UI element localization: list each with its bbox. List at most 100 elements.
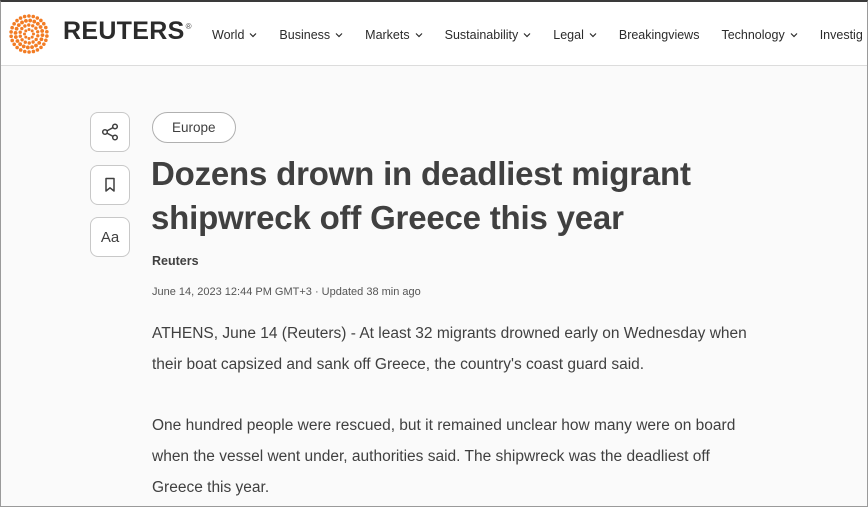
logo-dot	[22, 49, 27, 54]
page: REUTERS® World Business Markets Sustaina…	[0, 0, 868, 507]
nav-item-label: Investig	[819, 28, 863, 42]
dateline: June 14, 2023 12:44 PM GMT+3 · Updated 3…	[152, 286, 421, 298]
logo-dot	[14, 26, 19, 31]
logo-dot	[20, 26, 24, 31]
paragraph-line: when the vessel went under, authorities …	[152, 448, 710, 465]
paragraph-line: One hundred people were rescued, but it …	[152, 417, 736, 434]
text-size-button[interactable]: Aa	[90, 217, 130, 257]
logo-dot	[12, 42, 17, 47]
logo-wordmark: REUTERS®	[63, 17, 192, 45]
logo-dot	[39, 37, 44, 42]
paragraph-line: their boat capsized and sank off Greece,…	[152, 356, 645, 373]
chevron-down-icon	[249, 31, 257, 39]
byline[interactable]: Reuters	[152, 254, 199, 268]
chevron-down-icon	[415, 31, 423, 39]
nav-item-label: Markets	[365, 28, 410, 42]
logo-dot	[40, 33, 45, 38]
logo-dot	[31, 24, 35, 28]
logo-dot	[45, 34, 49, 38]
nav-item-legal[interactable]: Legal	[553, 24, 597, 46]
logo-dot	[18, 16, 23, 20]
logo-dot	[9, 30, 13, 34]
article-paragraph: ATHENS, June 14 (Reuters) - At least 32 …	[152, 318, 852, 380]
logo-dot	[44, 25, 48, 30]
logo-dot	[18, 42, 23, 47]
logo-dot	[34, 26, 38, 30]
logo-dot	[35, 48, 40, 52]
share-icon	[101, 123, 119, 141]
nav-item-breakingviews[interactable]: Breakingviews	[619, 24, 700, 46]
logo-dot	[45, 29, 49, 34]
logo-dot	[24, 29, 28, 33]
logo-dot	[22, 14, 27, 19]
reuters-logo[interactable]: REUTERS®	[7, 14, 191, 54]
logo-dot	[10, 38, 14, 43]
logo-dot	[39, 45, 43, 50]
share-button[interactable]	[90, 112, 130, 152]
nav-item-label: World	[212, 28, 245, 42]
logo-dot	[31, 49, 36, 54]
logo-dot	[30, 35, 34, 39]
logo-dot	[13, 35, 18, 39]
logo-dot	[20, 38, 24, 42]
logo-dot	[27, 41, 31, 45]
chevron-down-icon	[335, 31, 343, 39]
paragraph-line: Greece this year.	[152, 479, 270, 496]
logo-dot	[10, 25, 14, 30]
nav-item-label: Sustainability	[444, 28, 519, 42]
logo-dot	[32, 19, 37, 24]
logo-dot	[34, 43, 38, 48]
logo-dot	[37, 40, 42, 45]
paragraph-line: ATHENS, June 14 (Reuters) - At least 32 …	[152, 325, 747, 342]
reuters-logo-icon	[9, 14, 49, 54]
nav-item-investigations[interactable]: Investig	[820, 24, 863, 46]
logo-dot	[25, 45, 30, 50]
logo-dot	[30, 29, 34, 33]
logo-dot	[30, 45, 34, 50]
chevron-down-icon	[589, 31, 597, 39]
logo-dot	[39, 18, 43, 23]
logo-dot	[13, 30, 18, 35]
logo-dot	[36, 34, 40, 38]
logo-dot	[27, 23, 31, 27]
logo-dot	[23, 24, 27, 28]
logo-dot	[24, 35, 28, 39]
logo-dot	[18, 48, 23, 52]
logo-dot	[18, 30, 22, 34]
bookmark-icon	[105, 177, 115, 192]
logo-dot	[24, 18, 28, 23]
logo-dot	[35, 21, 40, 26]
logo-dot	[23, 40, 27, 44]
logo-dot	[9, 34, 13, 39]
nav-item-sustainability[interactable]: Sustainability	[445, 24, 532, 46]
logo-dot	[15, 39, 20, 43]
nav-item-business[interactable]: Business	[279, 24, 343, 46]
nav-item-label: Technology	[721, 28, 785, 42]
logo-dot	[23, 32, 26, 36]
logo-dot	[15, 18, 19, 23]
nav-item-markets[interactable]: Markets	[365, 24, 423, 46]
logo-dot	[27, 37, 31, 40]
headline-line: Dozens drown in deadliest migrant	[151, 155, 691, 192]
logo-dot	[41, 21, 46, 26]
nav-item-technology[interactable]: Technology	[721, 24, 798, 46]
chevron-down-icon	[790, 31, 798, 39]
logo-dot	[21, 44, 26, 49]
site-header: REUTERS® World Business Markets Sustaina…	[1, 2, 867, 66]
logo-dot	[27, 14, 31, 18]
logo-dot	[27, 28, 31, 31]
section-tag[interactable]: Europe	[152, 112, 236, 143]
text-size-icon: Aa	[100, 228, 120, 246]
logo-dot	[28, 18, 33, 23]
logo-dot	[35, 16, 40, 20]
logo-dot	[31, 14, 36, 19]
nav-item-label: Breakingviews	[618, 28, 700, 42]
main-nav: World Business Markets Sustainability Le…	[212, 24, 867, 46]
logo-dot	[27, 50, 31, 54]
nav-item-world[interactable]: World	[212, 24, 257, 46]
logo-dot	[40, 29, 45, 33]
logo-dot	[36, 30, 40, 34]
bookmark-button[interactable]	[90, 165, 130, 205]
headline-line: shipwreck off Greece this year	[151, 199, 624, 236]
logo-dot	[34, 37, 38, 42]
